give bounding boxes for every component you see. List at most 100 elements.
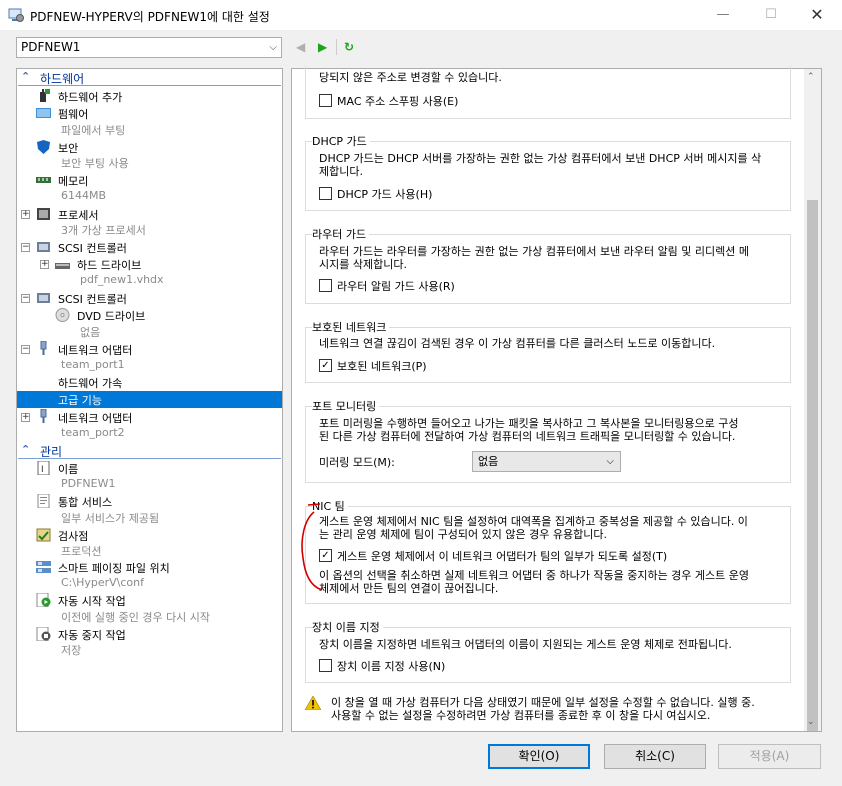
warning-line2: 사용할 수 없는 설정을 수정하려면 가상 컴퓨터를 종료한 후 이 창을 다시…: [331, 709, 711, 722]
tree-item-network-adapter-1[interactable]: − 네트워크 어댑터: [17, 341, 282, 358]
scroll-up-icon[interactable]: ⌃: [807, 72, 815, 82]
tree-item-label: 스마트 페이징 파일 위치: [58, 562, 170, 575]
memory-icon: [36, 177, 51, 183]
tree-item-label: 펌웨어: [58, 108, 89, 121]
maximize-button[interactable]: ☐: [756, 4, 786, 26]
protected-network-title: 보호된 네트워크: [312, 319, 390, 335]
tree-item-scsi-controller-2[interactable]: − SCSI 컨트롤러: [17, 290, 282, 307]
mac-spoofing-label: MAC 주소 스푸핑 사용(E): [337, 95, 459, 108]
tree-item-hardware-acceleration[interactable]: 하드웨어 가속: [17, 374, 282, 391]
tree-item-label: 네트워크 어댑터: [58, 412, 133, 425]
title-bar: PDFNEW-HYPERV의 PDFNEW1에 대한 설정 — ☐ ✕: [0, 0, 842, 30]
tree-item-label: SCSI 컨트롤러: [58, 242, 127, 255]
tree-item-hard-drive[interactable]: + 하드 드라이브: [17, 256, 282, 273]
router-guard-label: 라우터 알림 가드 사용(R): [337, 280, 455, 293]
cancel-button[interactable]: 취소(C): [604, 744, 706, 769]
tree-item-network-adapter-2[interactable]: + 네트워크 어댑터: [17, 409, 282, 426]
tree-item-checkpoints[interactable]: 검사점: [17, 527, 282, 544]
management-section-header[interactable]: ⌃ 관리: [18, 443, 281, 459]
tree-item-label: 검사점: [58, 530, 89, 543]
tree-item-sub: 프로덕션: [61, 545, 102, 558]
vm-select-value: PDFNEW1: [21, 40, 81, 54]
tree-item-sub: 일부 서비스가 제공됨: [61, 512, 160, 525]
network-adapter-icon: [40, 341, 47, 355]
dhcp-description-line1: DHCP 가드는 DHCP 서버를 가장하는 권한 없는 가상 컴퓨터에서 보낸…: [319, 152, 762, 165]
tree-item-advanced-features[interactable]: 고급 기능: [17, 391, 282, 408]
mirroring-mode-value: 없음: [478, 455, 499, 468]
chevron-down-icon: ⌵: [269, 42, 277, 53]
tree-item-auto-start[interactable]: 자동 시작 작업: [17, 592, 282, 609]
tree-item-sub: 파일에서 부팅: [61, 124, 126, 137]
close-button[interactable]: ✕: [802, 4, 832, 26]
tree-item-label: 프로세서: [58, 209, 99, 222]
tree-item-sub: pdf_new1.vhdx: [80, 273, 164, 286]
collapse-minus-icon[interactable]: −: [21, 243, 30, 252]
collapse-minus-icon[interactable]: −: [21, 294, 30, 303]
tree-item-security[interactable]: 보안: [17, 139, 282, 156]
router-guard-checkbox[interactable]: [319, 279, 332, 292]
dhcp-guard-label: DHCP 가드 사용(H): [337, 188, 433, 201]
port-monitoring-title: 포트 모니터링: [312, 398, 380, 414]
tree-item-smart-paging[interactable]: 스마트 페이징 파일 위치: [17, 559, 282, 576]
tree-item-sub: 이전에 실행 중인 경우 다시 시작: [61, 611, 211, 624]
router-description-line1: 라우터 가드는 라우터를 가장하는 권한 없는 가상 컴퓨터에서 보낸 라우터 …: [319, 245, 750, 258]
device-naming-checkbox[interactable]: [319, 659, 332, 672]
tree-item-dvd-drive[interactable]: DVD 드라이브: [17, 307, 282, 324]
checkpoint-icon: [36, 528, 51, 542]
tree-item-processor[interactable]: + 프로세서: [17, 206, 282, 223]
tree-item-sub: 3개 가상 프로세서: [61, 224, 146, 237]
panel-scrollbar[interactable]: ⌃ ⌄: [804, 69, 821, 731]
auto-stop-icon: [36, 627, 51, 641]
dhcp-description-line2: 제합니다.: [319, 165, 363, 178]
apply-button[interactable]: 적용(A): [718, 744, 821, 769]
vm-select[interactable]: PDFNEW1 ⌵: [16, 37, 282, 58]
integration-services-icon: [37, 494, 50, 508]
tree-item-memory[interactable]: 메모리: [17, 172, 282, 189]
hyperv-settings-icon: [8, 8, 24, 22]
tree-item-sub: team_port2: [61, 426, 125, 439]
tree-item-name[interactable]: I 이름: [17, 460, 282, 477]
tree-item-integration-services[interactable]: 통합 서비스: [17, 493, 282, 510]
nic-team-note-line2: 체제에서 만든 팀의 연결이 끊어집니다.: [319, 582, 499, 595]
tree-item-label: DVD 드라이브: [77, 310, 146, 323]
tree-item-sub: 6144MB: [61, 189, 107, 202]
auto-start-icon: [36, 593, 51, 607]
protected-network-group: [305, 327, 791, 383]
nic-team-label: 게스트 운영 체제에서 이 네트워크 어댑터가 팀의 일부가 되도록 설정(T): [337, 550, 668, 563]
collapse-minus-icon[interactable]: −: [21, 345, 30, 354]
back-arrow-icon[interactable]: ◀: [296, 38, 305, 56]
minimize-button[interactable]: —: [708, 4, 738, 26]
refresh-icon[interactable]: ↻: [344, 38, 354, 56]
mac-spoofing-checkbox[interactable]: [319, 94, 332, 107]
scrollbar-thumb[interactable]: [807, 200, 818, 731]
ok-button[interactable]: 확인(O): [488, 744, 590, 769]
mac-description: 당되지 않은 주소로 변경할 수 있습니다.: [319, 71, 502, 84]
device-naming-title: 장치 이름 지정: [312, 619, 383, 635]
port-monitoring-line2: 된 다른 가상 컴퓨터에 전달하여 가상 컴퓨터의 네트워크 트래픽을 모니터링…: [319, 430, 736, 443]
expand-plus-icon[interactable]: +: [40, 260, 49, 269]
hardware-section-header[interactable]: ⌃ 하드웨어: [18, 70, 281, 86]
tree-item-scsi-controller-1[interactable]: − SCSI 컨트롤러: [17, 239, 282, 256]
router-description-line2: 시지를 삭제합니다.: [319, 258, 407, 271]
expand-plus-icon[interactable]: +: [21, 413, 30, 422]
expand-plus-icon[interactable]: +: [21, 210, 30, 219]
tree-item-add-hardware[interactable]: 하드웨어 추가: [17, 88, 282, 105]
tree-item-firmware[interactable]: 펌웨어: [17, 105, 282, 122]
tree-item-auto-stop[interactable]: 자동 중지 작업: [17, 626, 282, 643]
settings-tree: ⌃ 하드웨어 하드웨어 추가 펌웨어 파일에서 부팅 보안 보안 부팅 사용 메…: [16, 68, 283, 732]
device-naming-description: 장치 이름을 지정하면 네트워크 어댑터의 이름이 지원되는 게스트 운영 체제…: [319, 638, 732, 651]
tree-item-sub: team_port1: [61, 358, 125, 371]
dhcp-guard-checkbox[interactable]: [319, 187, 332, 200]
window-title: PDFNEW-HYPERV의 PDFNEW1에 대한 설정: [30, 10, 270, 24]
nic-team-line1: 게스트 운영 체제에서 NIC 팀을 설정하여 대역폭을 집계하고 중복성을 제…: [319, 515, 748, 528]
mirroring-mode-select[interactable]: 없음 ⌵: [472, 451, 621, 472]
scroll-down-icon[interactable]: ⌄: [807, 717, 815, 727]
firmware-icon: [36, 108, 51, 118]
add-hardware-icon: [40, 89, 50, 102]
red-annotation-mark: [301, 503, 323, 591]
protected-network-checkbox[interactable]: ✓: [319, 359, 332, 372]
forward-arrow-icon[interactable]: ▶: [318, 38, 327, 56]
toolbar-separator: [336, 39, 337, 55]
device-naming-label: 장치 이름 지정 사용(N): [337, 660, 446, 673]
tree-item-label: 메모리: [58, 175, 89, 188]
